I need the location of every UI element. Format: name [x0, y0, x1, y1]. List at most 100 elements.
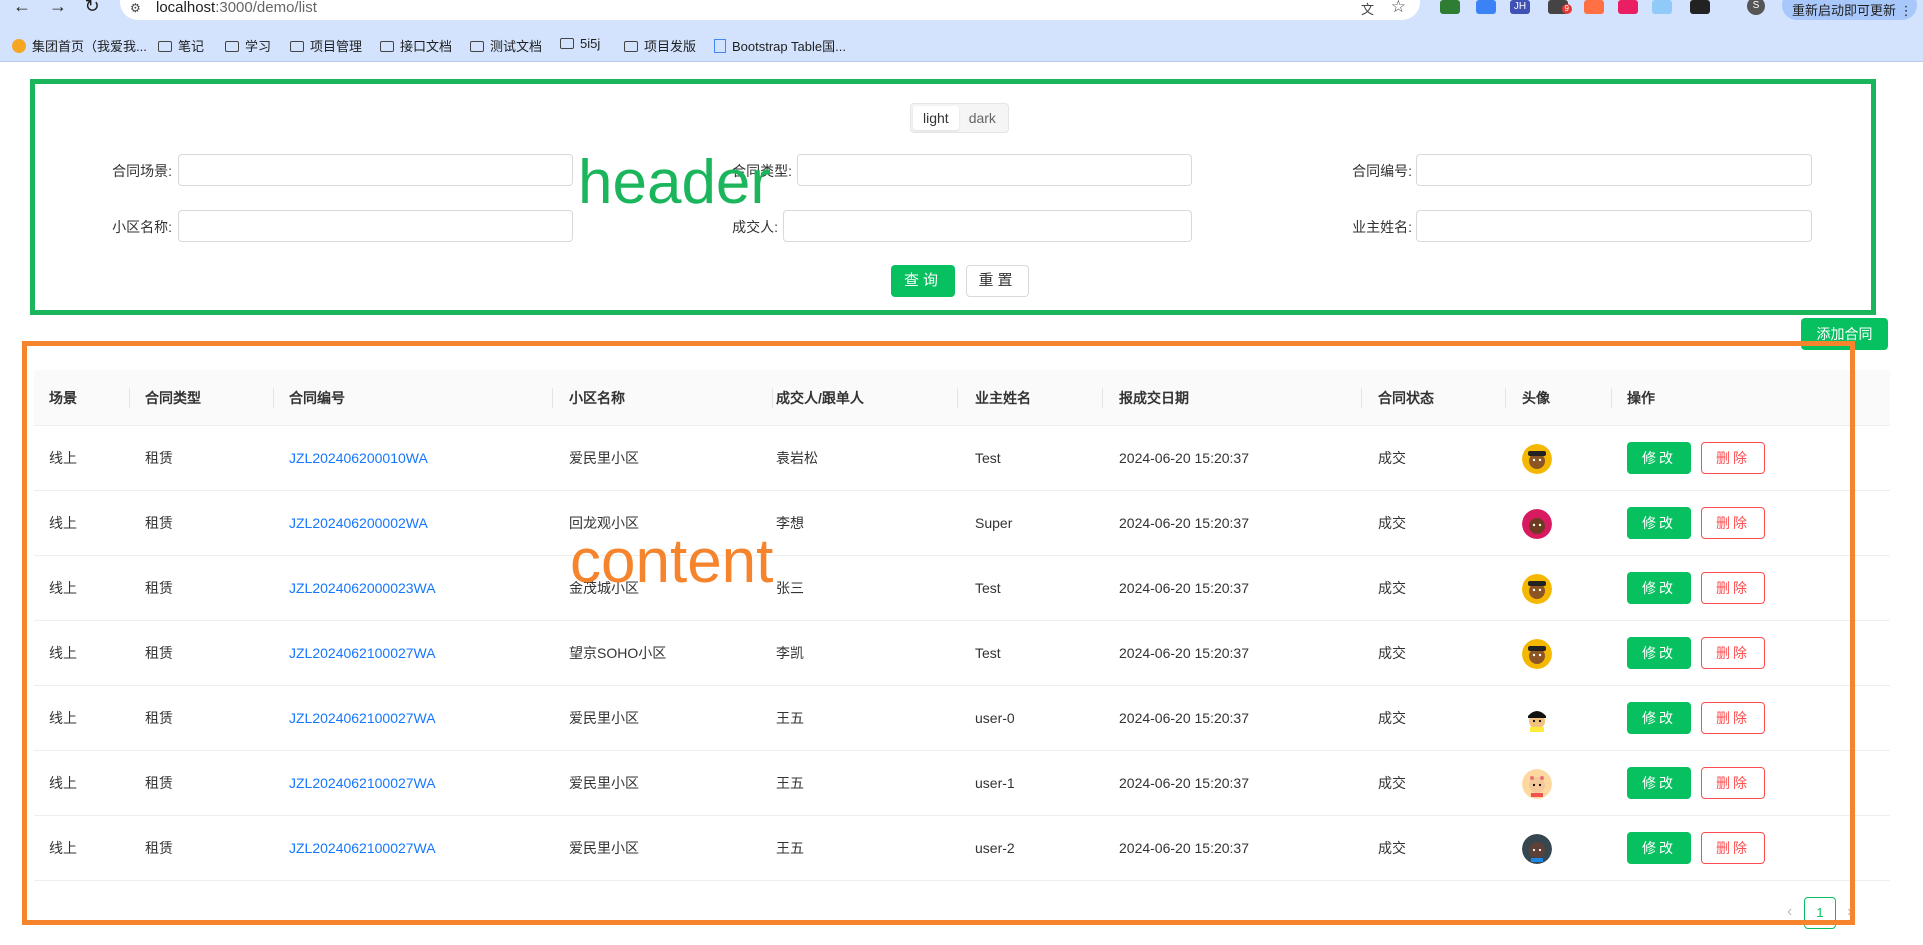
folder-icon: [225, 41, 239, 52]
prev-page-icon[interactable]: ‹: [1787, 903, 1792, 921]
owner-input[interactable]: [1416, 210, 1812, 242]
cell-status: 成交: [1378, 450, 1406, 466]
column-header-actions: 操作: [1627, 390, 1655, 406]
community-label: 小区名称:: [112, 219, 172, 235]
url-text[interactable]: localhost:3000/demo/list: [156, 0, 317, 16]
delete-button[interactable]: 删除: [1701, 637, 1765, 669]
dealer-input[interactable]: [783, 210, 1192, 242]
page-1-button[interactable]: 1: [1804, 897, 1836, 929]
address-bar[interactable]: ⚙ localhost:3000/demo/list 文 ☆: [120, 0, 1420, 20]
edit-button[interactable]: 修改: [1627, 702, 1691, 734]
fire-extension-icon[interactable]: [1584, 0, 1604, 14]
column-separator: [552, 388, 553, 408]
bookmark-home[interactable]: 集团首页（我爱我...: [12, 36, 147, 54]
column-separator: [1102, 388, 1103, 408]
theme-dark-option[interactable]: dark: [959, 106, 1006, 130]
delete-button[interactable]: 删除: [1701, 767, 1765, 799]
contract-type-input[interactable]: [797, 154, 1192, 186]
column-separator: [1611, 388, 1612, 408]
more-menu-icon[interactable]: ⋮: [1900, 3, 1913, 18]
pink-extension-icon[interactable]: [1618, 0, 1638, 14]
contract-no-link[interactable]: JZL2024062100027WA: [289, 621, 436, 686]
next-page-icon[interactable]: ›: [1847, 903, 1852, 921]
reload-icon[interactable]: ↻: [82, 0, 102, 15]
contract-no-link[interactable]: JZL202406200002WA: [289, 491, 428, 556]
bookmark-folder-release[interactable]: 项目发版: [624, 36, 696, 54]
folder-icon: [624, 41, 638, 52]
bookmarks-bar: 集团首页（我爱我... 笔记 学习 项目管理 接口文档 测试文档 5i5j 项目…: [0, 28, 1923, 62]
cell-dealer: 袁岩松: [776, 450, 818, 466]
edit-button[interactable]: 修改: [1627, 507, 1691, 539]
avatar-baby-icon: [1522, 769, 1552, 799]
cell-type: 租赁: [145, 580, 173, 596]
cell-status: 成交: [1378, 775, 1406, 791]
update-button[interactable]: 重新启动即可更新 ⋮: [1782, 0, 1917, 20]
contract-table: 场景 合同类型 合同编号 小区名称 成交人/跟单人 业主姓名 报成交日期 合同状…: [34, 370, 1890, 881]
add-contract-button[interactable]: 添加合同: [1801, 318, 1888, 350]
bookmark-folder-notes[interactable]: 笔记: [158, 36, 204, 54]
cell-type: 租赁: [145, 840, 173, 856]
cell-date: 2024-06-20 15:20:37: [1119, 515, 1249, 531]
column-separator: [129, 388, 130, 408]
folder-icon: [560, 38, 574, 49]
delete-button[interactable]: 删除: [1701, 702, 1765, 734]
delete-button[interactable]: 删除: [1701, 572, 1765, 604]
bookmark-folder-5i5j[interactable]: 5i5j: [560, 36, 600, 54]
contract-no-link[interactable]: JZL2024062100027WA: [289, 816, 436, 881]
contract-no-link[interactable]: JZL2024062100027WA: [289, 686, 436, 751]
contract-no-link[interactable]: JZL202406200010WA: [289, 426, 428, 491]
bookmark-folder-api-docs[interactable]: 接口文档: [380, 36, 452, 54]
page: header light dark 合同场景: 合同类型: 合同编号: 小区名称…: [0, 63, 1923, 945]
cell-community: 望京SOHO小区: [569, 645, 667, 661]
translate-icon[interactable]: 文: [1361, 0, 1374, 18]
edit-button[interactable]: 修改: [1627, 637, 1691, 669]
table-row: 线上 租赁 JZL2024062100027WA 爱民里小区 王五 user-1…: [34, 751, 1890, 816]
contract-scene-input[interactable]: [178, 154, 573, 186]
bookmark-folder-test-docs[interactable]: 测试文档: [470, 36, 542, 54]
table-row: 线上 租赁 JZL2024062100027WA 爱民里小区 王五 user-2…: [34, 816, 1890, 881]
avatar-yellow-hat-icon: [1522, 444, 1552, 474]
content-annotation-label: content: [570, 527, 774, 596]
site-info-icon[interactable]: ⚙: [130, 1, 146, 15]
theme-light-option[interactable]: light: [913, 106, 959, 130]
forward-arrow-icon[interactable]: →: [48, 0, 68, 15]
theme-switch[interactable]: light dark: [910, 103, 1009, 133]
delete-button[interactable]: 删除: [1701, 442, 1765, 474]
folder-icon: [158, 41, 172, 52]
delete-button[interactable]: 删除: [1701, 832, 1765, 864]
edit-button[interactable]: 修改: [1627, 767, 1691, 799]
filter-extension-icon[interactable]: [1652, 0, 1672, 14]
column-separator: [1505, 388, 1506, 408]
back-arrow-icon[interactable]: ←: [12, 0, 32, 15]
bookmark-folder-project[interactable]: 项目管理: [290, 36, 362, 54]
profile-avatar[interactable]: S: [1747, 0, 1765, 15]
column-separator: [273, 388, 274, 408]
cell-date: 2024-06-20 15:20:37: [1119, 710, 1249, 726]
bookmark-folder-study[interactable]: 学习: [225, 36, 271, 54]
doc-favicon: [714, 39, 726, 53]
community-input[interactable]: [178, 210, 573, 242]
delete-button[interactable]: 删除: [1701, 507, 1765, 539]
puzzle-extensions-icon[interactable]: [1690, 0, 1710, 14]
bookmark-star-icon[interactable]: ☆: [1391, 0, 1406, 17]
edit-button[interactable]: 修改: [1627, 572, 1691, 604]
contract-no-link[interactable]: JZL2024062000023WA: [289, 556, 436, 621]
reset-button[interactable]: 重置: [966, 265, 1029, 297]
extension-layers-icon[interactable]: [1476, 0, 1496, 14]
table-row: 线上 租赁 JZL2024062100027WA 望京SOHO小区 李凯 Tes…: [34, 621, 1890, 686]
avatar-dark-icon: [1522, 834, 1552, 864]
edit-button[interactable]: 修改: [1627, 832, 1691, 864]
owner-label: 业主姓名:: [1352, 219, 1412, 235]
bookmark-bootstrap-table[interactable]: Bootstrap Table国...: [714, 36, 846, 54]
edit-button[interactable]: 修改: [1627, 442, 1691, 474]
browser-toolbar: ← → ↻ ⚙ localhost:3000/demo/list 文 ☆ JH …: [0, 0, 1923, 28]
contract-no-input[interactable]: [1416, 154, 1812, 186]
cell-scene: 线上: [49, 580, 77, 596]
contract-no-link[interactable]: JZL2024062100027WA: [289, 751, 436, 816]
cell-scene: 线上: [49, 710, 77, 726]
cell-status: 成交: [1378, 840, 1406, 856]
jh-extension-icon[interactable]: JH: [1510, 0, 1530, 14]
extension-badge-icon[interactable]: 9: [1548, 0, 1572, 14]
query-button[interactable]: 查询: [891, 265, 955, 297]
vue-devtools-icon[interactable]: [1440, 0, 1460, 14]
